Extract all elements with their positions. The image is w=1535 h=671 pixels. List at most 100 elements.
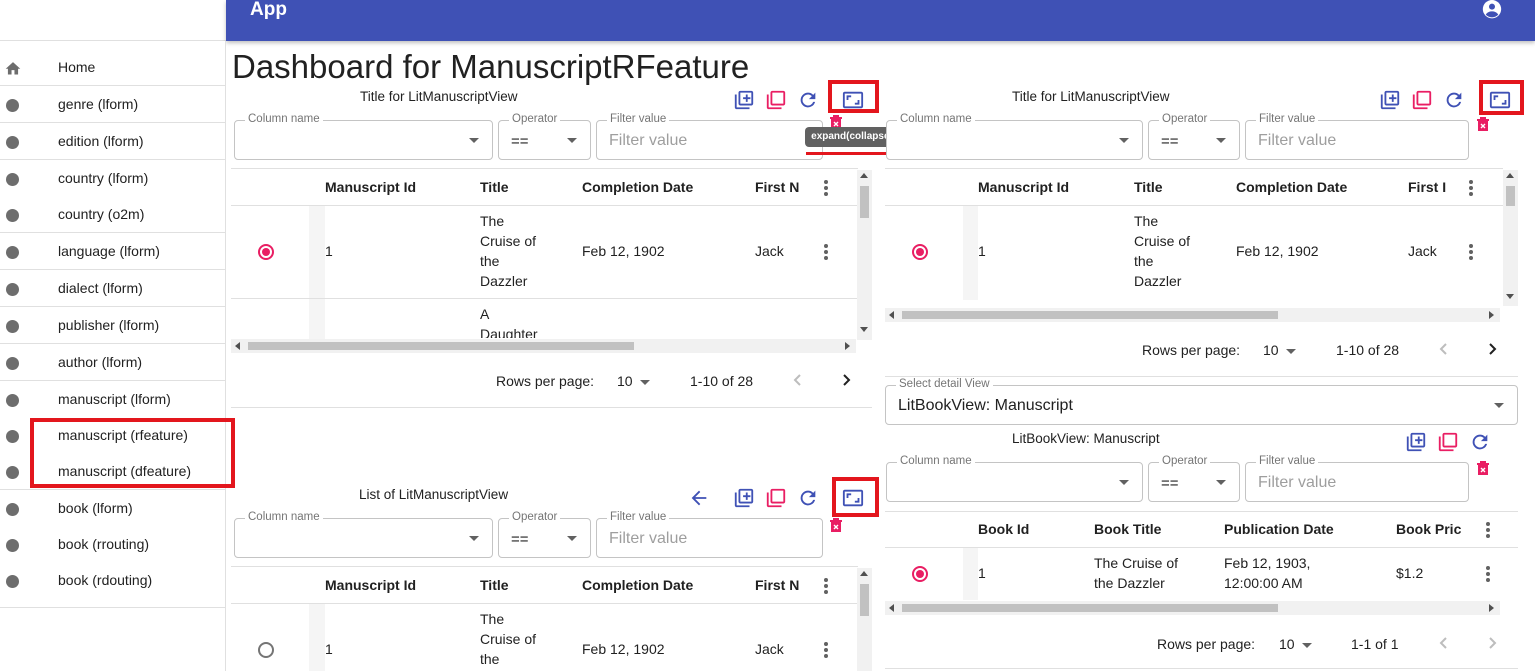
filter-value-input[interactable]: Filter value Filter value — [596, 113, 823, 160]
more-vert-icon[interactable] — [1486, 522, 1490, 538]
add-to-collection-icon[interactable] — [1405, 431, 1427, 453]
sidebar-item-country-lform[interactable]: country (lform) — [0, 161, 225, 197]
vertical-scrollbar[interactable] — [857, 170, 872, 340]
dot-icon — [6, 394, 19, 407]
dot-icon — [6, 173, 19, 186]
sidebar-item-dialect-lform[interactable]: dialect (lform) — [0, 271, 225, 307]
rows-per-page-select[interactable]: 10 — [1263, 342, 1279, 358]
refresh-icon[interactable] — [1443, 89, 1465, 111]
column-header[interactable]: Manuscript Id — [325, 577, 416, 593]
copy-icon[interactable] — [765, 89, 787, 111]
sidebar-item-book-rdouting[interactable]: book (rdouting) — [0, 563, 225, 599]
expand-icon[interactable] — [842, 487, 864, 509]
sidebar-item-manuscript-lform[interactable]: manuscript (lform) — [0, 382, 225, 418]
sidebar-item-edition-lform[interactable]: edition (lform) — [0, 124, 225, 160]
vertical-scrollbar[interactable] — [1503, 170, 1518, 306]
vertical-scrollbar[interactable] — [857, 568, 872, 671]
operator-select[interactable]: Operator == — [498, 511, 591, 558]
column-header[interactable]: Completion Date — [1236, 179, 1347, 195]
sidebar-item-label: country (lform) — [58, 170, 149, 186]
previous-page-icon[interactable] — [1437, 636, 1451, 650]
operator-select[interactable]: Operator == — [498, 113, 591, 160]
account-circle-icon[interactable] — [1481, 0, 1503, 20]
column-header[interactable]: Title — [1134, 179, 1163, 195]
refresh-icon[interactable] — [1469, 431, 1491, 453]
row-select-radio[interactable] — [912, 566, 928, 582]
copy-icon[interactable] — [1411, 89, 1433, 111]
delete-filter-icon[interactable] — [1476, 460, 1490, 476]
filter-value-input[interactable]: Filter value Filter value — [1245, 455, 1469, 502]
detail-view-select[interactable]: Select detail View LitBookView: Manuscri… — [885, 378, 1518, 425]
add-to-collection-icon[interactable] — [733, 89, 755, 111]
filter-value-input[interactable]: Filter value Filter value — [596, 511, 823, 558]
more-vert-icon[interactable] — [1486, 566, 1490, 582]
dot-icon — [6, 430, 19, 443]
add-to-collection-icon[interactable] — [1379, 89, 1401, 111]
column-name-select[interactable]: Column name — [234, 511, 493, 558]
add-to-collection-icon[interactable] — [733, 487, 755, 509]
horizontal-scrollbar[interactable] — [885, 601, 1500, 615]
sidebar-item-book-lform[interactable]: book (lform) — [0, 491, 225, 527]
refresh-icon[interactable] — [797, 487, 819, 509]
sidebar-item-language-lform[interactable]: language (lform) — [0, 234, 225, 270]
delete-filter-icon[interactable] — [829, 517, 843, 533]
sidebar-item-publisher-lform[interactable]: publisher (lform) — [0, 308, 225, 344]
column-header[interactable]: Book Title — [1094, 521, 1161, 537]
previous-page-icon[interactable] — [791, 373, 805, 387]
sidebar-item-manuscript-dfeature[interactable]: manuscript (dfeature) — [0, 454, 225, 490]
column-name-select[interactable]: Column name — [886, 455, 1143, 502]
sidebar-item-genre-lform[interactable]: genre (lform) — [0, 87, 225, 123]
row-select-radio[interactable] — [912, 244, 928, 260]
more-vert-icon[interactable] — [824, 642, 828, 658]
arrow-back-icon[interactable] — [688, 487, 710, 509]
next-page-icon[interactable] — [1485, 342, 1499, 356]
expand-icon[interactable] — [842, 89, 864, 111]
copy-icon[interactable] — [1437, 431, 1459, 453]
column-header[interactable]: Manuscript Id — [325, 179, 416, 195]
row-select-radio[interactable] — [258, 244, 274, 260]
rows-per-page-select[interactable]: 10 — [617, 373, 633, 389]
column-header[interactable]: Book Pric — [1396, 521, 1462, 537]
operator-select[interactable]: Operator == — [1148, 455, 1240, 502]
rows-per-page-select[interactable]: 10 — [1279, 636, 1295, 652]
sidebar-item-country-o2m[interactable]: country (o2m) — [0, 197, 225, 233]
expand-icon[interactable] — [1489, 89, 1511, 111]
next-page-icon[interactable] — [839, 373, 853, 387]
cell-book-price: $1.2 — [1396, 565, 1424, 581]
delete-filter-icon[interactable] — [1476, 116, 1490, 132]
operator-select[interactable]: Operator == — [1148, 113, 1240, 160]
column-name-select[interactable]: Column name — [886, 113, 1143, 160]
sidebar-item-book-rrouting[interactable]: book (rrouting) — [0, 527, 225, 563]
more-vert-icon[interactable] — [824, 244, 828, 260]
column-header[interactable]: Publication Date — [1224, 521, 1334, 537]
column-header[interactable]: Completion Date — [582, 179, 693, 195]
refresh-icon[interactable] — [797, 89, 819, 111]
column-name-select[interactable]: Column name — [234, 113, 493, 160]
sidebar-item-home[interactable]: Home — [0, 50, 225, 86]
column-header[interactable]: Title — [480, 577, 509, 593]
previous-page-icon[interactable] — [1437, 342, 1451, 356]
filter-value-input[interactable]: Filter value Filter value — [1245, 113, 1469, 160]
more-vert-icon[interactable] — [824, 578, 828, 594]
column-header[interactable]: Manuscript Id — [978, 179, 1069, 195]
horizontal-scrollbar[interactable] — [885, 308, 1500, 322]
more-vert-icon[interactable] — [1469, 244, 1473, 260]
column-header[interactable]: Book Id — [978, 521, 1029, 537]
column-header[interactable]: First N — [755, 577, 799, 593]
more-vert-icon[interactable] — [824, 180, 828, 196]
cell-title: Cruise of — [480, 631, 537, 647]
row-select-radio[interactable] — [258, 642, 274, 658]
sidebar-item-author-lform[interactable]: author (lform) — [0, 345, 225, 381]
column-header[interactable]: Completion Date — [582, 577, 693, 593]
column-header[interactable]: Title — [480, 179, 509, 195]
sidebar-item-manuscript-rfeature[interactable]: manuscript (rfeature) — [0, 418, 225, 454]
next-page-icon[interactable] — [1485, 636, 1499, 650]
horizontal-scrollbar[interactable] — [231, 339, 856, 353]
row-stripe — [963, 206, 978, 300]
panel-a-title: Title for LitManuscriptView — [360, 89, 518, 104]
column-header[interactable]: First I — [1408, 179, 1446, 195]
row-stripe — [963, 548, 978, 600]
more-vert-icon[interactable] — [1469, 180, 1473, 196]
column-header[interactable]: First N — [755, 179, 799, 195]
copy-icon[interactable] — [765, 487, 787, 509]
